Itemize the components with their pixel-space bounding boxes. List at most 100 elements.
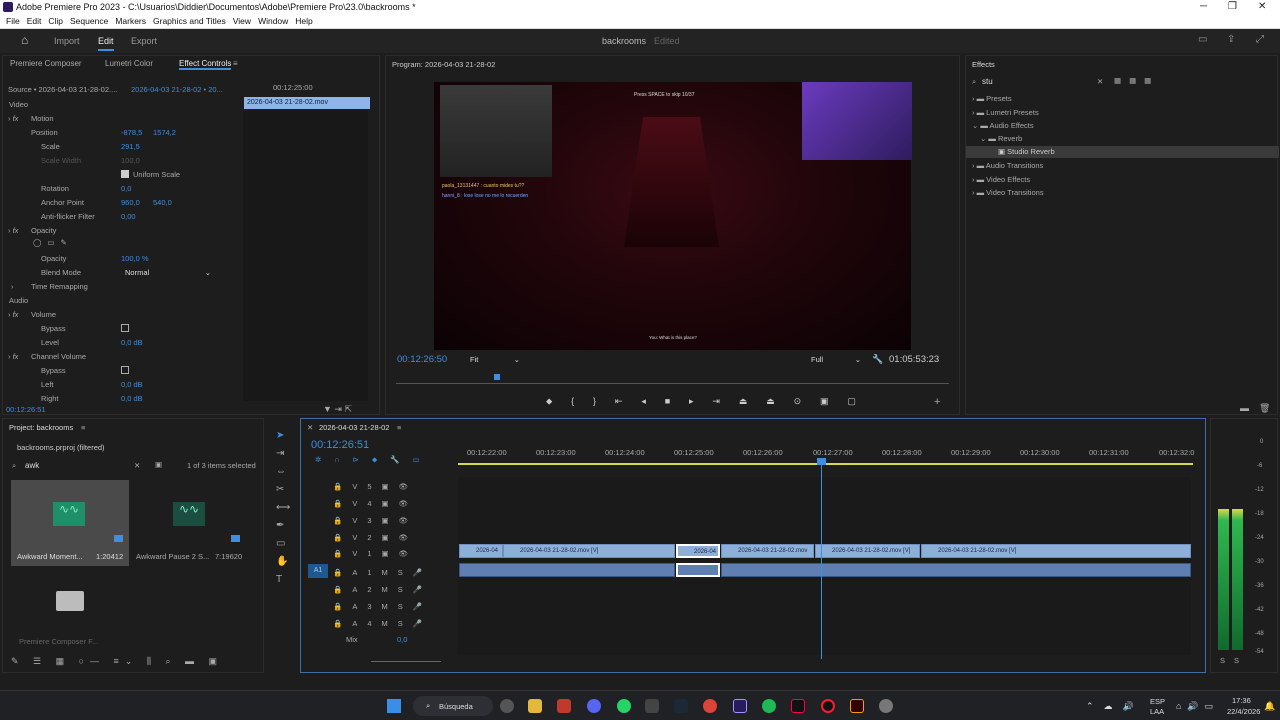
whatsapp-icon[interactable] <box>617 699 631 713</box>
track-a4-controls[interactable]: 🔒A4MS🎤 <box>333 619 432 628</box>
tree-item[interactable]: ⌄ ▬ Reverb <box>980 134 1022 143</box>
menu-help[interactable]: Help <box>295 15 312 28</box>
program-timecode[interactable]: 00:12:26:50 <box>397 354 447 365</box>
fit-select[interactable]: Fit ⌄ <box>470 355 520 364</box>
video-clip[interactable]: 2026-04-03 21-28-02.mov [V] <box>815 544 920 558</box>
lift-icon[interactable]: ⏏ <box>739 396 748 408</box>
filter-icon[interactable]: ▼ ⇥ ⇱ <box>323 404 352 415</box>
razor-tool-icon[interactable]: ✂ <box>276 484 284 495</box>
home-icon[interactable]: ⌂ <box>21 33 28 47</box>
timeline-tool-icons[interactable]: ✲∩⊳⬥🔧▭ <box>315 455 433 465</box>
maximize-icon[interactable]: ❐ <box>1228 1 1237 12</box>
timeline-playhead[interactable] <box>821 463 822 659</box>
rectangle-tool-icon[interactable]: ▭ <box>276 538 285 549</box>
tree-item[interactable]: ⌄ ▬ Audio Effects <box>972 121 1034 130</box>
solo-left-button[interactable]: S <box>1220 656 1225 665</box>
bypass-checkbox[interactable] <box>121 324 129 332</box>
tray-icons[interactable]: ⌃☁🔊 <box>1086 701 1144 712</box>
extract-icon[interactable]: ⏏ <box>766 396 775 408</box>
channel-volume-fx-icon[interactable]: › fx <box>8 352 18 361</box>
panel-menu-icon[interactable]: ≡ <box>81 423 85 432</box>
tree-item[interactable]: › ▬ Lumetri Presets <box>972 108 1039 117</box>
go-to-out-icon[interactable]: ⇥ <box>712 396 720 408</box>
clock-time[interactable]: 17:36 <box>1232 696 1251 705</box>
tree-item[interactable]: › ▬ Video Effects <box>972 175 1030 184</box>
video-frame[interactable]: Press SPACE to skip 10/37 paola_13131447… <box>434 82 912 350</box>
level-value[interactable]: 0,0 dB <box>121 338 143 347</box>
video-clip[interactable]: 2026-04-03 21-28-02.mov <box>721 544 814 558</box>
playhead-marker[interactable] <box>494 374 500 380</box>
notification-icon[interactable]: 🔔 <box>1264 701 1275 712</box>
antiflicker-value[interactable]: 0,00 <box>121 212 136 221</box>
tab-edit[interactable]: Edit <box>98 36 114 51</box>
panel-menu-icon[interactable]: ≡ <box>233 59 238 68</box>
step-back-icon[interactable]: ◂ <box>641 396 646 408</box>
menu-sequence[interactable]: Sequence <box>70 15 108 28</box>
taskbar-search[interactable]: ⌕ Búsqueda <box>413 696 493 716</box>
project-title[interactable]: Project: backrooms <box>9 423 73 432</box>
track-a3-controls[interactable]: 🔒A3MS🎤 <box>333 602 432 611</box>
share-icon[interactable]: ⇪ <box>1227 34 1235 45</box>
premiere-icon[interactable] <box>733 699 747 713</box>
audio-clip[interactable] <box>459 563 675 577</box>
tab-premiere-composer[interactable]: Premiere Composer <box>10 59 82 68</box>
tiktok-icon[interactable] <box>791 699 805 713</box>
solo-right-button[interactable]: S <box>1234 656 1239 665</box>
program-title[interactable]: Program: 2026-04-03 21-28-02 <box>392 60 495 69</box>
clear-search-icon[interactable]: ✕ <box>134 461 140 470</box>
app-icon[interactable] <box>557 699 571 713</box>
tab-lumetri-color[interactable]: Lumetri Color <box>105 59 153 68</box>
position-x[interactable]: -878,5 <box>121 128 142 137</box>
tree-item[interactable]: › ▬ Presets <box>972 94 1012 103</box>
calculator-icon[interactable] <box>645 699 659 713</box>
audio-clip[interactable] <box>721 563 1191 577</box>
track-v3-controls[interactable]: 🔒V3▣👁 <box>333 516 418 525</box>
camera-icon[interactable]: ⊙ <box>794 396 802 408</box>
mix-value[interactable]: 0,0 <box>397 635 407 644</box>
clock-date[interactable]: 22/4/2026 <box>1227 707 1260 716</box>
tab-effect-controls[interactable]: Effect Controls <box>179 59 232 70</box>
new-search-bin-icon[interactable]: ▣ <box>155 460 162 469</box>
tree-item[interactable]: › ▬ Video Transitions <box>972 188 1044 197</box>
video-clip[interactable]: 2026-04-03 21-28-02.mov [V] <box>503 544 675 558</box>
position-y[interactable]: 1574,2 <box>153 128 176 137</box>
project-footer-icons[interactable]: ✎ ☰ ▦ ○— ≡⌄ ⫼ ⌕ ▬ ▣ <box>11 656 223 667</box>
track-v2-controls[interactable]: 🔒V2▣👁 <box>333 533 418 542</box>
opera-icon[interactable] <box>821 699 835 713</box>
opacity-value[interactable]: 100,0 % <box>121 254 149 263</box>
video-clip[interactable]: 2026-04-03 21-28-02.mov [V] <box>921 544 1191 558</box>
volume-fx-icon[interactable]: › fx <box>8 310 18 319</box>
menu-file[interactable]: File <box>6 15 20 28</box>
scrub-bar[interactable] <box>396 383 949 384</box>
pen-tool-icon[interactable]: ✒ <box>276 520 284 531</box>
add-button-icon[interactable]: + <box>934 396 940 408</box>
discord-icon[interactable] <box>587 699 601 713</box>
tree-item-selected[interactable]: ▣ Studio Reverb <box>966 146 1279 158</box>
rotation-value[interactable]: 0,0 <box>121 184 131 193</box>
play-stop-icon[interactable]: ■ <box>665 396 670 408</box>
source-label[interactable]: Source • 2026-04-03 21-28-02.... <box>8 85 117 94</box>
quick-export-icon[interactable]: ▭ <box>1198 34 1207 45</box>
tab-export[interactable]: Export <box>131 36 157 46</box>
close-icon[interactable]: ✕ <box>307 423 313 432</box>
fullscreen-icon[interactable]: ⤢ <box>1256 34 1264 45</box>
file-explorer-icon[interactable] <box>528 699 542 713</box>
menu-markers[interactable]: Markers <box>115 15 146 28</box>
blend-mode-select[interactable]: Normal ⌄ <box>125 268 211 277</box>
chrome-icon[interactable] <box>703 699 717 713</box>
track-select-tool-icon[interactable]: ⇥ <box>276 448 284 459</box>
panel-menu-icon[interactable]: ≡ <box>397 423 401 432</box>
sequence-label[interactable]: 2026-04-03 21-28-02 • 20... <box>131 85 223 94</box>
go-to-in-icon[interactable]: ⇤ <box>615 396 623 408</box>
mask-tools-icon[interactable]: ◯▭✎ <box>33 238 73 247</box>
project-item-selected[interactable]: ∿∿ Awkward Moment... 1:20412 <box>11 480 129 566</box>
slip-tool-icon[interactable]: ⟷ <box>276 502 290 513</box>
illustrator-icon[interactable] <box>850 699 864 713</box>
time-remap-chevron-icon[interactable]: › <box>11 282 14 291</box>
compare-icon[interactable]: ▣ <box>820 396 829 408</box>
settings-icon[interactable] <box>879 699 893 713</box>
marker-icon[interactable]: ⬥ <box>546 396 552 408</box>
track-a2-controls[interactable]: 🔒A2MS🎤 <box>333 585 432 594</box>
track-v1-controls[interactable]: 🔒V1▣👁 <box>333 549 418 558</box>
video-clip[interactable]: 2026-04 <box>459 544 503 558</box>
